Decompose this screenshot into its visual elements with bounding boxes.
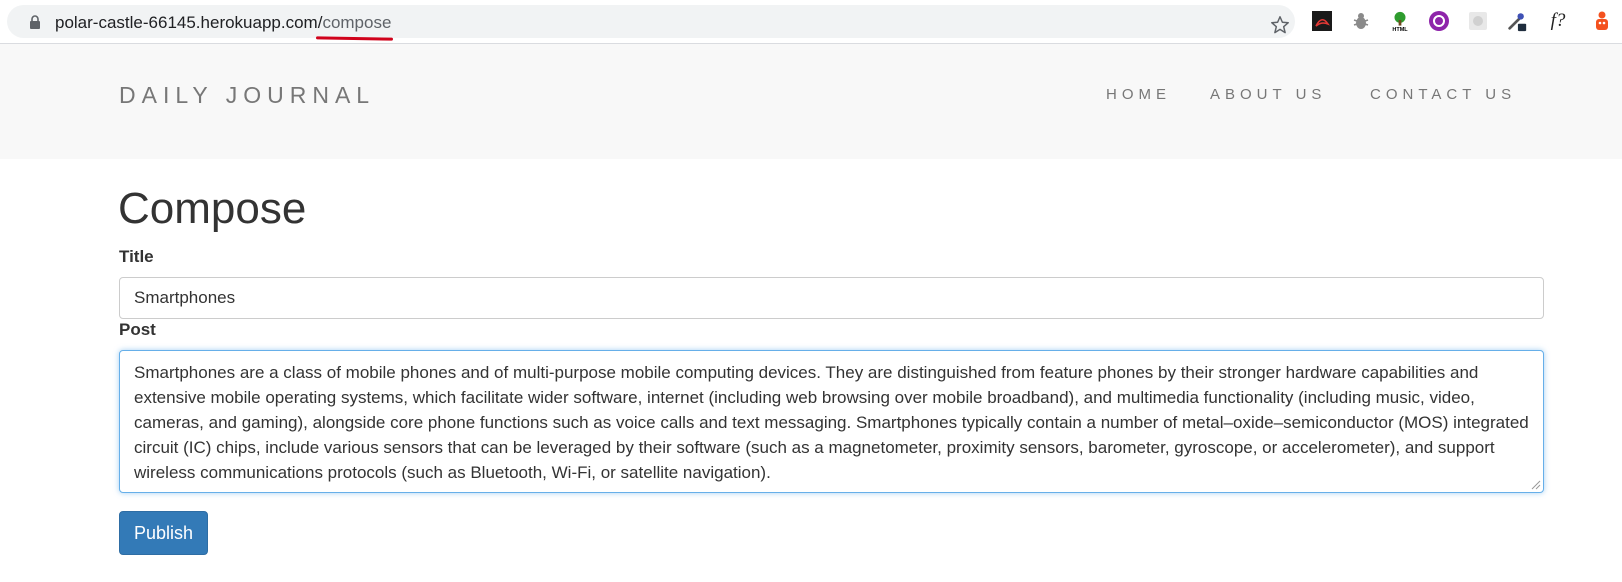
title-label: Title [119,247,154,266]
bookmark-star-icon[interactable] [1269,14,1291,36]
bug-icon[interactable] [1350,10,1372,32]
publish-button[interactable]: Publish [119,511,208,555]
page-title: Compose [118,184,307,233]
nav-about-us[interactable]: ABOUT US [1210,86,1326,103]
url-host: polar-castle-66145.herokuapp.com/ [55,13,323,32]
browser-toolbar: polar-castle-66145.herokuapp.com/compose… [0,0,1622,44]
orange-figure-icon[interactable] [1591,10,1613,32]
brand-logo[interactable]: DAILY JOURNAL [119,82,375,109]
site-navbar: DAILY JOURNAL HOME ABOUT US CONTACT US [0,44,1622,159]
nav-home[interactable]: HOME [1106,86,1171,103]
url-text[interactable]: polar-castle-66145.herokuapp.com/compose [55,13,391,33]
post-textarea[interactable]: Smartphones are a class of mobile phones… [119,350,1544,493]
nav-contact-us[interactable]: CONTACT US [1370,86,1516,103]
grey-square-icon[interactable] [1467,10,1489,32]
html-tree-icon[interactable]: HTML [1389,10,1411,33]
purple-circle-icon[interactable] [1428,10,1450,32]
post-label: Post [119,320,156,339]
eyedropper-icon[interactable] [1506,10,1528,32]
pdf-icon[interactable] [1311,10,1333,32]
title-input-value: Smartphones [134,288,236,307]
font-f-icon[interactable]: f? [1545,10,1571,32]
url-path: compose [322,13,392,32]
lock-icon [30,15,40,29]
title-input[interactable]: Smartphones [119,277,1544,319]
resize-handle-icon[interactable] [1529,478,1541,490]
font-ext-label: f? [1550,10,1566,31]
post-textarea-value: Smartphones are a class of mobile phones… [134,363,1529,482]
address-bar[interactable]: polar-castle-66145.herokuapp.com/compose [7,5,1295,38]
svg-text:HTML: HTML [1392,27,1408,33]
